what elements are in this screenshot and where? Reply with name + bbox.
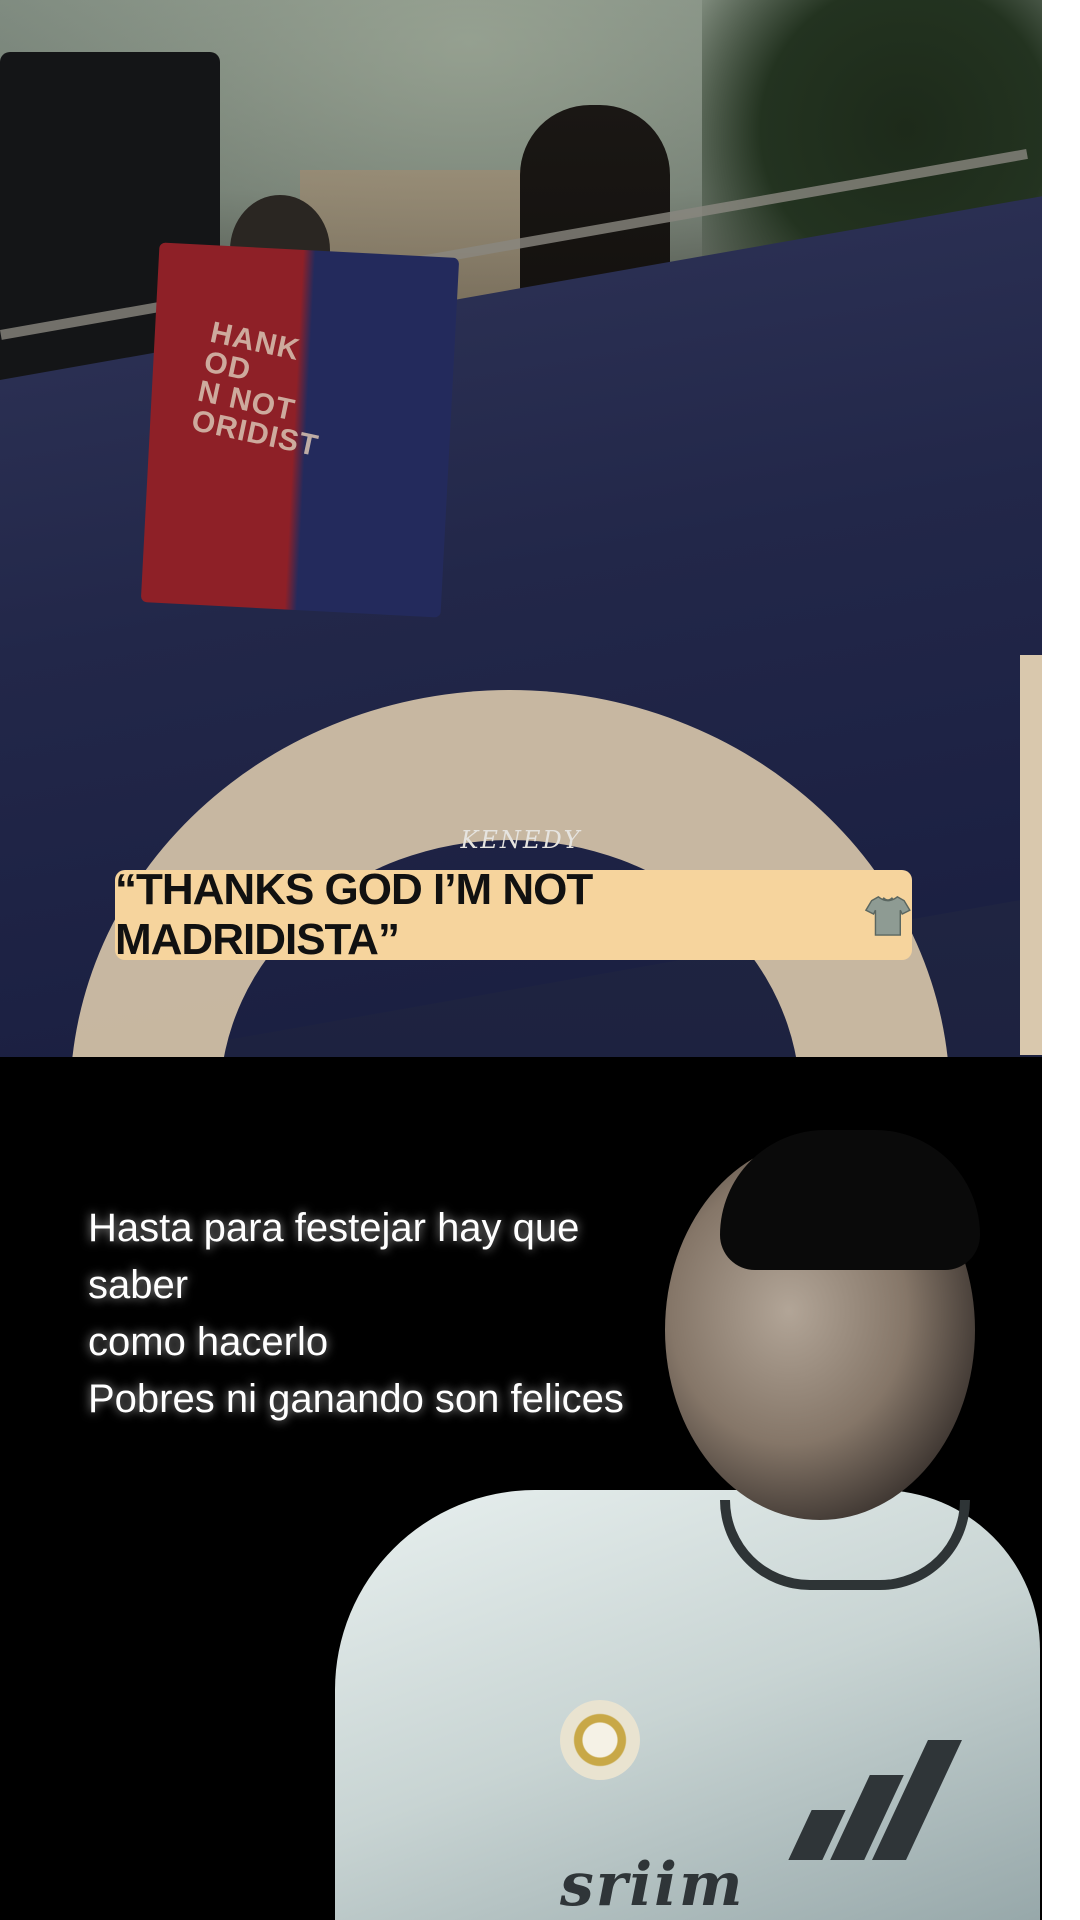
bus-logo-bar [1020, 655, 1042, 1055]
real-madrid-crest [560, 1700, 640, 1780]
adidas-stripes [780, 1740, 962, 1860]
overlay-line-2: como hacerlo [88, 1320, 329, 1364]
jersey-sponsor-text: sriim [560, 1850, 745, 1920]
top-video-scene: HANK OD N NOT ORIDIST KENEDY “THANKS GOD… [0, 0, 1042, 1057]
flag-text: HANK OD N NOT ORIDIST [188, 315, 322, 464]
overlay-line-3: Pobres ni ganando son felices [88, 1377, 624, 1421]
overlay-caption: Hasta para festejar hay que saber como h… [88, 1200, 688, 1428]
caption-banner: “THANKS GOD I’M NOT MADRIDISTA” [115, 865, 912, 964]
overlay-line-1: Hasta para festejar hay que saber [88, 1206, 580, 1307]
right-edge-bar [1042, 0, 1080, 1920]
caption-text: “THANKS GOD I’M NOT MADRIDISTA” [115, 865, 593, 964]
video-frame: HANK OD N NOT ORIDIST KENEDY “THANKS GOD… [0, 0, 1080, 1920]
shirt-icon [865, 895, 912, 936]
watermark: KENEDY [460, 826, 582, 854]
